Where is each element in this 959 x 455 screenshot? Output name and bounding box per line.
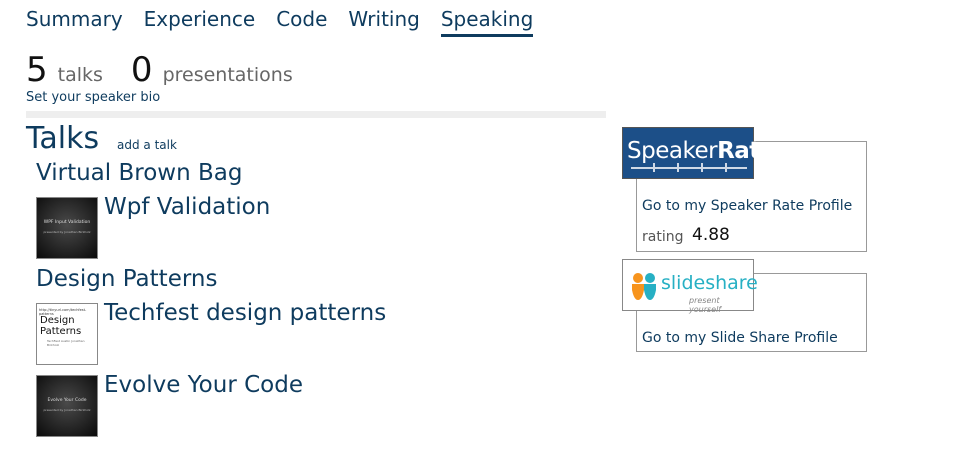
tab-speaking[interactable]: Speaking: [440, 6, 534, 37]
thumbnail-subtitle: TechFest Austin Jonathan Birkholz: [47, 339, 85, 347]
slideshare-tagline: present yourself: [689, 296, 722, 314]
rating-value: 4.88: [692, 225, 730, 245]
thumbnail-title: Design Patterns: [40, 315, 82, 337]
talks-count: 5: [26, 50, 48, 90]
logo-tick: [701, 163, 703, 172]
tab-experience[interactable]: Experience: [144, 6, 256, 37]
speaking-stats: 5 talks 0 presentations: [26, 50, 293, 90]
rating-label: rating: [642, 229, 684, 245]
slideshare-people-icon: [632, 273, 656, 300]
talk-group-title[interactable]: Virtual Brown Bag: [36, 160, 242, 186]
thumbnail-title: Evolve Your Code: [47, 398, 87, 403]
tab-summary[interactable]: Summary: [26, 6, 123, 37]
logo-tick: [653, 163, 655, 172]
slideshare-profile-link[interactable]: Go to my Slide Share Profile: [642, 330, 838, 346]
tab-writing[interactable]: Writing: [348, 6, 419, 37]
talk-thumbnail[interactable]: http://tinyurl.com/techfest-patterns Des…: [36, 303, 98, 365]
tab-code[interactable]: Code: [276, 6, 327, 37]
talk-title-link[interactable]: Evolve Your Code: [104, 372, 303, 398]
slideshare-logo-text: slideshare: [661, 272, 758, 294]
thumbnail-title: WPF Input Validation: [43, 220, 91, 225]
speakerrate-profile-link[interactable]: Go to my Speaker Rate Profile: [642, 198, 852, 214]
logo-rule: [631, 167, 747, 169]
presentations-count: 0: [130, 50, 153, 90]
talk-group-title[interactable]: Design Patterns: [36, 266, 217, 292]
talk-title-link[interactable]: Techfest design patterns: [104, 300, 386, 326]
logo-tick: [725, 163, 727, 172]
thumbnail-subtitle: presented by Jonathan Birkholz: [43, 408, 91, 412]
add-talk-link[interactable]: add a talk: [117, 138, 177, 152]
set-speaker-bio-link[interactable]: Set your speaker bio: [26, 90, 160, 105]
talk-thumbnail[interactable]: Evolve Your Code presented by Jonathan B…: [36, 375, 98, 437]
slideshare-logo[interactable]: slideshare present yourself: [622, 259, 758, 314]
logo-tick: [677, 163, 679, 172]
talk-title-link[interactable]: Wpf Validation: [104, 194, 270, 220]
presentations-count-label: presentations: [162, 64, 293, 86]
thumbnail-subtitle: presented by Jonathan Birkholz: [43, 230, 91, 234]
talks-count-label: talks: [57, 64, 103, 86]
speakerrate-logo[interactable]: SpeakerRate: [622, 127, 775, 179]
talk-thumbnail[interactable]: WPF Input Validation presented by Jonath…: [36, 197, 98, 259]
speakerrate-logo-text: SpeakerRate: [627, 138, 775, 164]
profile-tabs: Summary Experience Code Writing Speaking: [26, 6, 534, 37]
talks-heading: Talks: [26, 121, 100, 156]
section-divider: [26, 111, 606, 118]
